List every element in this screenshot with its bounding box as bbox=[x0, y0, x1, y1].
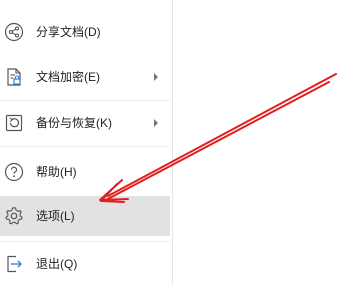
menu-item-help[interactable]: 帮助(H) bbox=[0, 152, 170, 192]
backup-restore-icon bbox=[4, 113, 24, 133]
menu-item-label: 分享文档(D) bbox=[36, 25, 101, 39]
menu-item-backup-restore[interactable]: 备份与恢复(K) bbox=[0, 103, 170, 143]
menu-item-label: 退出(Q) bbox=[36, 257, 78, 271]
exit-icon bbox=[4, 254, 24, 274]
menu-item-share-document[interactable]: 分享文档(D) bbox=[0, 12, 170, 52]
menu-separator bbox=[0, 241, 170, 242]
menu-border bbox=[172, 0, 173, 284]
chevron-right-icon bbox=[152, 70, 160, 84]
file-menu: 分享文档(D) 文档加密(E) 备份与恢复(K) 帮助(H) 选项(L) 退出(… bbox=[0, 0, 172, 284]
menu-item-label: 备份与恢复(K) bbox=[36, 116, 112, 130]
share-icon bbox=[4, 22, 24, 42]
document-lock-icon bbox=[4, 67, 24, 87]
menu-item-exit[interactable]: 退出(Q) bbox=[0, 244, 170, 284]
menu-item-label: 帮助(H) bbox=[36, 165, 77, 179]
menu-item-label: 文档加密(E) bbox=[36, 70, 100, 84]
gear-icon bbox=[4, 206, 24, 226]
menu-item-document-encryption[interactable]: 文档加密(E) bbox=[0, 57, 170, 97]
menu-separator bbox=[0, 100, 170, 101]
menu-item-label: 选项(L) bbox=[36, 209, 75, 223]
menu-item-options[interactable]: 选项(L) bbox=[0, 196, 170, 236]
menu-separator bbox=[0, 146, 170, 147]
chevron-right-icon bbox=[152, 116, 160, 130]
help-icon bbox=[4, 162, 24, 182]
